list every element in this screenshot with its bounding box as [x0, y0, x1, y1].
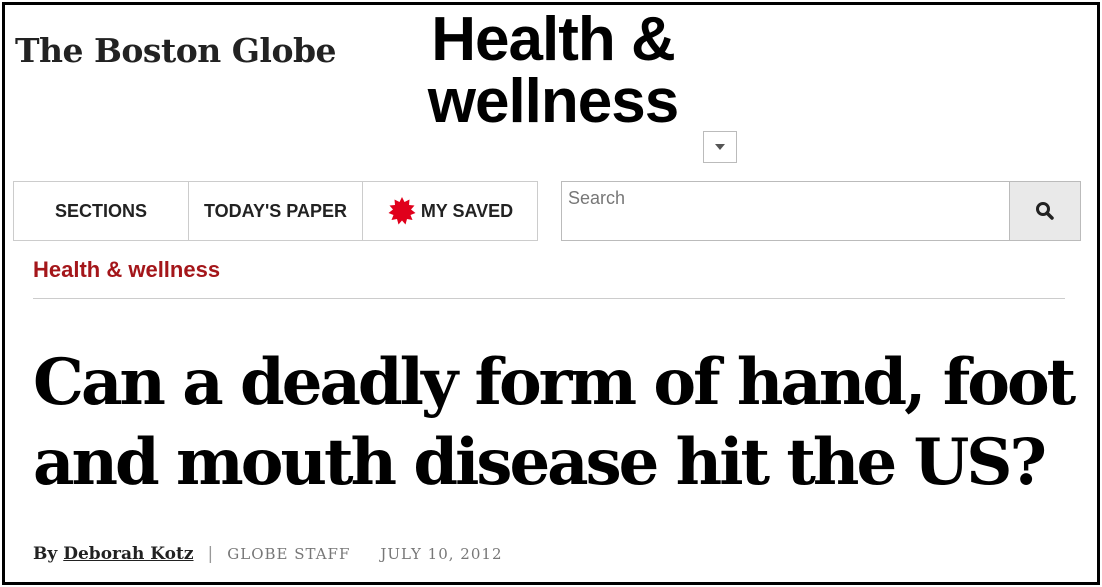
breadcrumb-section-link[interactable]: Health & wellness	[33, 257, 220, 283]
page-frame: The Boston Globe Health & wellness SECTI…	[2, 2, 1100, 585]
section-title: Health & wellness	[323, 9, 783, 133]
main-nav: SECTIONS TODAY'S PAPER MY SAVED	[13, 181, 538, 241]
caret-down-icon	[715, 144, 725, 150]
byline-separator: |	[207, 544, 214, 564]
nav-todays-paper[interactable]: TODAY'S PAPER	[189, 182, 363, 240]
section-title-line2: wellness	[427, 67, 679, 136]
search-input[interactable]	[562, 182, 1009, 214]
author-affiliation: GLOBE STAFF	[227, 545, 351, 563]
saved-badge-icon	[388, 197, 416, 225]
nav-sections-label: SECTIONS	[54, 200, 147, 221]
byline: By Deborah Kotz | GLOBE STAFF JULY 10, 2…	[33, 544, 502, 564]
search-button[interactable]	[1009, 182, 1080, 240]
nav-todays-paper-label: TODAY'S PAPER	[204, 200, 347, 221]
divider	[33, 298, 1065, 299]
section-title-line1: Health &	[431, 5, 675, 74]
boston-globe-logo[interactable]: The Boston Globe	[15, 31, 337, 70]
nav-sections[interactable]: SECTIONS	[14, 182, 189, 240]
publish-date: JULY 10, 2012	[380, 545, 503, 563]
nav-my-saved-label: MY SAVED	[420, 200, 514, 221]
search-icon	[1036, 202, 1054, 220]
search-box	[561, 181, 1081, 241]
author-link[interactable]: Deborah Kotz	[63, 544, 193, 564]
section-dropdown-button[interactable]	[703, 131, 737, 163]
nav-my-saved[interactable]: MY SAVED	[363, 182, 537, 240]
byline-prefix: By	[33, 544, 58, 564]
article-headline: Can a deadly form of hand, foot and mout…	[33, 345, 1076, 500]
